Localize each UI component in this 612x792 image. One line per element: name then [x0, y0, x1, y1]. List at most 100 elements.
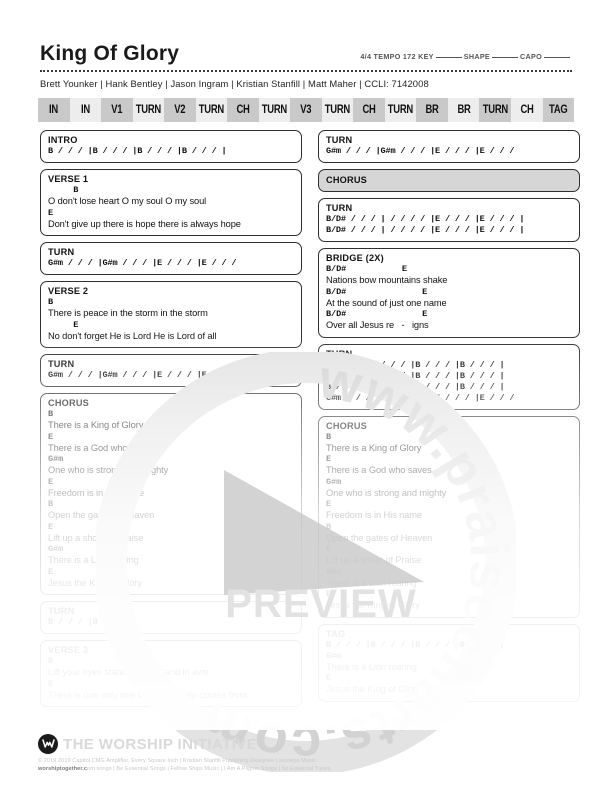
copyright-line-1: © 2019 2019 Capitol CMG Amplifier, Every… — [38, 758, 316, 764]
nav-cell-tag-16[interactable]: TAG — [542, 98, 575, 122]
chord-progression-line: G#m / / / |G#m / / / |E / / / |E / / / — [326, 392, 515, 403]
section-intro: INTRO B / / / |B / / / |B / / / |B / / / … — [40, 130, 302, 163]
lyric-line: No don't forget He is Lord He is Lord of… — [48, 330, 217, 341]
section-turn: TURN G#m / / / |G#m / / / |E / / / |E / /… — [318, 130, 580, 163]
section-title: VERSE 3 — [48, 645, 89, 655]
section-title: INTRO — [48, 135, 78, 145]
nav-cell-label: TURN — [324, 104, 351, 116]
section-title: TURN — [326, 135, 353, 145]
header-divider — [40, 70, 572, 72]
section-turn: TURN B / / / |B / / / |B / / / |B / / / |… — [318, 343, 580, 410]
nav-cell-label: BR — [425, 104, 439, 116]
lyric-line: Lift up a shout of Praise — [326, 555, 422, 565]
chord-line: E — [48, 678, 54, 689]
nav-cell-in-0[interactable]: IN — [38, 98, 70, 122]
nav-cell-turn-7[interactable]: TURN — [258, 98, 291, 122]
chord-line: E — [326, 673, 332, 683]
section-title: CHORUS — [326, 175, 368, 185]
section-title: TAG — [326, 628, 346, 639]
nav-cell-label: BR — [457, 104, 471, 116]
nav-cell-label: V3 — [300, 104, 312, 116]
section-verse-1: VERSE 1 BO don't lose heart O my soul O … — [40, 169, 302, 236]
chord-line: E — [48, 207, 54, 218]
chord-line: B/D# E — [326, 309, 428, 319]
chord-line: G#m — [48, 454, 64, 464]
section-title: TURN — [48, 606, 75, 616]
nav-cell-ch-15[interactable]: CH — [510, 98, 543, 122]
lyric-line: There is a God who saves — [48, 442, 154, 453]
worship-initiative-logo-icon — [38, 734, 58, 754]
nav-cell-turn-5[interactable]: TURN — [195, 98, 228, 122]
section-chorus: CHORUS B There is a King of Glory E There is… — [318, 415, 580, 618]
lyric-line: There is a Lion roaring — [326, 661, 417, 672]
authors-line: Brett Younker | Hank Bentley | Jason Ing… — [40, 78, 429, 89]
nav-cell-turn-11[interactable]: TURN — [384, 98, 417, 122]
section-title: CHORUS — [326, 420, 368, 431]
nav-cell-br-13[interactable]: BR — [447, 98, 480, 122]
nav-cell-v1-2[interactable]: V1 — [101, 98, 133, 122]
lyric-line: There is peace in the storm in the storm — [48, 308, 208, 318]
nav-cell-turn-9[interactable]: TURN — [321, 98, 354, 122]
nav-cell-v3-8[interactable]: V3 — [290, 98, 322, 122]
lyric-line: There is a God who saves — [326, 465, 432, 475]
chord-line: B — [48, 499, 54, 509]
section-turn: TURN B / / / |B / / / — [40, 601, 302, 634]
nav-cell-label: CH — [236, 104, 250, 116]
nav-cell-ch-10[interactable]: CH — [353, 98, 385, 122]
nav-cell-label: CH — [362, 104, 376, 116]
capo-blank — [544, 57, 570, 58]
lyric-line: Freedom is in His name — [48, 487, 144, 498]
chord-line: G#m — [48, 544, 64, 554]
lyric-line: There is a Lion roaring — [326, 577, 417, 588]
meta-tempo-key: 4/4 TEMPO 172 KEY — [360, 52, 434, 61]
chord-line: E — [326, 589, 332, 599]
lyric-line: There is one only one where my help come… — [48, 689, 247, 700]
chord-line: G#m — [326, 566, 342, 577]
chord-progression-line: B / / / |B / / / — [48, 617, 128, 627]
chord-line: B / / / |B / / / |B / / / |B / / / | — [326, 639, 505, 650]
chart-meta: 4/4 TEMPO 172 KEY SHAPE CAPO — [360, 52, 572, 61]
chord-line: G#m — [326, 650, 342, 661]
nav-cell-label: TURN — [261, 104, 288, 116]
chord-line: B/D# E — [326, 264, 407, 274]
nav-cell-label: TURN — [135, 104, 161, 116]
chord-line: E — [48, 566, 54, 577]
section-verse-3: VERSE 3 B Lift your eyes stand in awe stan… — [40, 640, 302, 707]
lyric-line: One who is strong and mighty — [326, 487, 447, 498]
lyric-line: Over all Jesus re - igns — [326, 320, 429, 330]
brand-name: THE WORSHIP INITIATIVE — [63, 736, 258, 753]
title-row: King Of Glory 4/4 TEMPO 172 KEY SHAPE CAPO — [40, 42, 572, 68]
section-title: VERSE 2 — [48, 286, 89, 296]
chord-line: E — [48, 431, 54, 442]
nav-cell-ch-6[interactable]: CH — [227, 98, 259, 122]
lyric-line: Lift your eyes stand in awe stand in awe — [48, 667, 209, 677]
section-turn: TURN B/D# / / / | / / / / |E / / / |E / /… — [318, 198, 580, 242]
lyric-line: Don't give up there is hope there is alw… — [48, 218, 241, 229]
section-turn: TURN G#m / / / |G#m / / / |E / / / |E / /… — [40, 242, 302, 275]
nav-cell-label: TURN — [388, 104, 414, 116]
lyric-line: Freedom is in His name — [326, 510, 422, 520]
worshiptogether-link: worshiptogether.c — [38, 766, 88, 772]
nav-cell-turn-14[interactable]: TURN — [479, 98, 511, 122]
copyright-line-2: worshiptogether.com songs | Be Essential… — [38, 765, 574, 773]
nav-cell-label: TURN — [198, 104, 225, 116]
section-title: VERSE 1 — [48, 174, 89, 184]
nav-cell-br-12[interactable]: BR — [416, 98, 448, 122]
chord-line: B — [48, 656, 54, 666]
chord-chart-page: King Of Glory 4/4 TEMPO 172 KEY SHAPE CAPO… — [0, 0, 612, 792]
section-chorus: CHORUS — [318, 169, 580, 192]
lyric-line: Lift up a shout of Praise — [48, 532, 144, 543]
lyric-line: Nations bow mountains shake — [326, 275, 448, 285]
chord-line: E — [326, 499, 332, 509]
nav-cell-v2-4[interactable]: V2 — [164, 98, 196, 122]
nav-cell-in-1[interactable]: IN — [69, 98, 102, 122]
nav-cell-label: TAG — [549, 104, 568, 116]
chord-progression-line: B / / / |B / / / |B / / / |B / / / | — [48, 146, 227, 156]
nav-cell-turn-3[interactable]: TURN — [132, 98, 165, 122]
section-title: CHORUS — [48, 398, 90, 408]
nav-cell-label: TURN — [482, 104, 508, 116]
nav-cell-label: CH — [520, 104, 534, 116]
right-column: TURN G#m / / / |G#m / / / |E / / / |E / /… — [318, 130, 580, 708]
page-title: King Of Glory — [40, 42, 180, 65]
chord-line: E — [48, 319, 79, 330]
